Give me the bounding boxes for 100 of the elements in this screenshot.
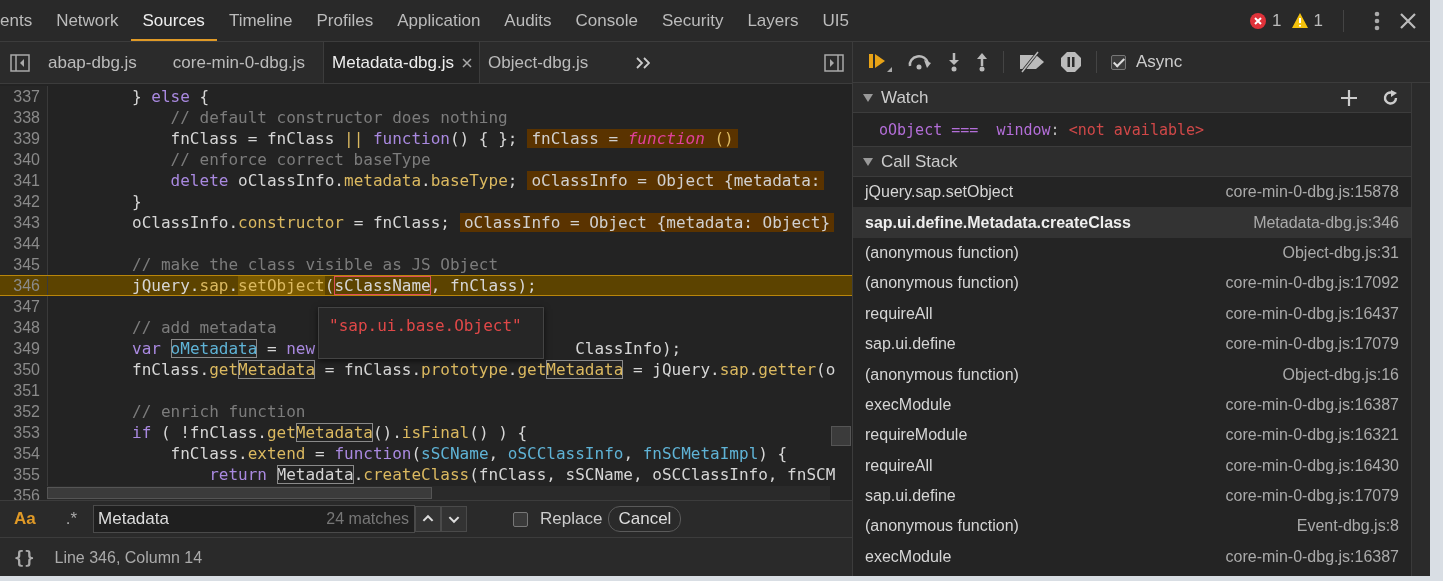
search-match: Metadata (276, 465, 354, 484)
code-text: . (228, 276, 239, 295)
code-text: sap (199, 276, 229, 295)
code-text: . (421, 171, 431, 190)
replace-label: Replace (540, 509, 603, 529)
panel-tab[interactable]: Profiles (304, 0, 386, 41)
panel-tab[interactable]: Security (649, 0, 736, 41)
code-text: = (315, 444, 325, 463)
keyword: if (132, 423, 152, 442)
error-count: 1 (1272, 10, 1282, 31)
watch-value: <not available> (1068, 120, 1205, 139)
code-text: jQuery. (132, 276, 200, 295)
code-text: get (517, 360, 547, 379)
code-text: . (353, 465, 364, 484)
code-text: : (1050, 120, 1060, 139)
toggle-debugger-icon[interactable] (824, 53, 844, 72)
code-text: sap (719, 360, 749, 379)
file-tab[interactable]: Object-dbg.js (480, 42, 607, 83)
code-comment: // enforce correct baseType (170, 150, 431, 169)
search-match: oMetadata (170, 339, 258, 358)
expanded-triangle-icon (863, 92, 873, 103)
code-text: = fnClass; (353, 213, 450, 232)
pause-on-exceptions-icon[interactable] (1060, 51, 1082, 73)
code-text: fnClass. (170, 444, 248, 463)
error-icon (1250, 12, 1267, 29)
code-text: , fnClass); (430, 276, 537, 295)
async-checkbox[interactable] (1111, 54, 1126, 70)
code-text: = fnClass. (324, 360, 422, 379)
panel-tab[interactable]: UI5 (810, 0, 861, 41)
step-into-icon[interactable] (947, 52, 961, 72)
call-stack-frame[interactable]: sap.ui.define.Metadata.createClass Metadata-dbg.js:346 (853, 207, 1411, 238)
scrollbar-thumb[interactable] (831, 426, 851, 446)
file-tab[interactable]: abap-dbg.js (48, 42, 155, 83)
line-number: 346 (0, 276, 48, 295)
code-text: fnSCMetaImpl (642, 444, 759, 463)
code-text: = (266, 339, 277, 358)
call-stack-section-header[interactable]: Call Stack (853, 147, 1411, 177)
more-menu-icon[interactable] (1374, 10, 1380, 31)
panel-tab[interactable]: Audits (492, 0, 564, 41)
cancel-button[interactable]: Cancel (608, 506, 682, 532)
toggle-navigator-icon[interactable] (10, 53, 30, 72)
code-text: isFinal (401, 423, 470, 442)
code-text: ClassInfo); (575, 339, 682, 358)
panel-tab[interactable]: Timeline (216, 0, 305, 41)
regex-toggle[interactable]: .* (65, 509, 78, 529)
expanded-triangle-icon (863, 156, 873, 167)
value-tooltip: "sap.ui.base.Object" (318, 307, 544, 359)
code-text: oSCClassInfo (507, 444, 624, 463)
keyword: var (132, 339, 161, 358)
code-text: sSCName (421, 444, 489, 463)
pretty-print-button[interactable]: {} (14, 548, 35, 568)
file-tab[interactable]: Metadata-dbg.js (323, 42, 480, 83)
add-icon[interactable] (1341, 89, 1357, 106)
panel-tab[interactable]: Network (44, 0, 131, 41)
cursor-position: Line 346, Column 14 (54, 549, 203, 567)
keyword: else (151, 87, 190, 106)
inline-value: oClassInfo = Object {metadata: Object} (459, 213, 834, 232)
panel-tab[interactable]: Application (385, 0, 493, 41)
code-text: fnClass. (132, 360, 210, 379)
code-text: = jQuery. (633, 360, 720, 379)
more-tabs-icon[interactable] (636, 56, 651, 69)
replace-checkbox[interactable] (513, 511, 529, 527)
code-comment: // add metadata (132, 318, 277, 337)
previous-match-icon[interactable] (415, 506, 442, 532)
match-case-toggle[interactable]: Aa (14, 509, 36, 529)
next-match-icon[interactable] (441, 506, 468, 532)
code-text: extend (247, 444, 306, 463)
step-out-icon[interactable] (975, 52, 989, 72)
panel-tab[interactable]: Console (563, 0, 650, 41)
panel-tab[interactable]: Layers (735, 0, 811, 41)
code-comment: // enrich function (132, 402, 306, 421)
keyword: delete (170, 171, 229, 190)
refresh-icon[interactable] (1383, 89, 1399, 106)
search-match: Metadata (238, 360, 316, 379)
scrollbar-thumb[interactable] (47, 487, 432, 499)
code-text: (fnClass, sSCName, oSCClassInfo, fnSCM (469, 465, 836, 484)
close-icon[interactable] (1400, 12, 1416, 29)
code-text: . (748, 360, 759, 379)
code-text: || (344, 129, 364, 148)
watch-section-header[interactable]: Watch (853, 83, 1411, 113)
watch-expression: oObject === window (879, 120, 1051, 139)
code-text: ; (507, 171, 518, 190)
step-over-icon[interactable] (907, 54, 933, 70)
file-tab[interactable]: core-min-0-dbg.js (154, 42, 324, 83)
resume-icon[interactable] (867, 51, 893, 73)
warning-count: 1 (1313, 10, 1323, 31)
code-text: () { }; (449, 129, 518, 148)
keyword: return (209, 465, 267, 484)
match-count: 24 matches (326, 510, 410, 528)
code-text: } (132, 87, 142, 106)
code-text: ) { (758, 444, 788, 463)
code-text: } (132, 192, 142, 211)
code-text: getter (758, 360, 817, 379)
current-call: setObject (238, 276, 325, 295)
deactivate-breakpoints-icon[interactable] (1018, 51, 1046, 73)
code-text: baseType (430, 171, 508, 190)
code-text: prototype (421, 360, 508, 379)
close-icon[interactable] (462, 57, 472, 68)
code-text: , (488, 444, 499, 463)
panel-tab[interactable]: ents (0, 0, 45, 41)
